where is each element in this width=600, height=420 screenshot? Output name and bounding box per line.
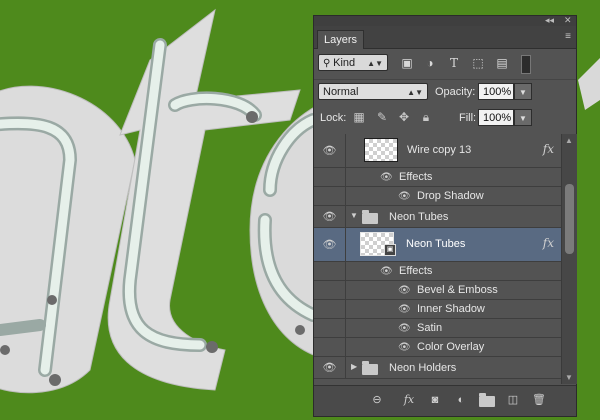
fill-input[interactable]: 100% [478,109,514,126]
layers-panel: ◂◂ ✕ Layers ≡ ⚲ Kind ▲▼ ▣ ◑ T ⬚ ▤ Normal… [313,15,577,417]
folder-icon [362,210,378,224]
new-adjustment-icon[interactable]: ◐ [452,392,470,408]
scroll-thumb[interactable] [565,184,574,254]
effect-row-drop-shadow[interactable]: 👁︎ Drop Shadow [314,187,561,206]
effects-row[interactable]: 👁︎ Effects [314,168,561,187]
lock-image-icon[interactable]: ✎ [374,110,390,124]
smart-object-badge-icon: ▣ [384,244,396,256]
chevron-down-icon[interactable]: ▼ [350,211,358,220]
new-group-icon[interactable] [478,392,496,408]
blank-eye-cell[interactable] [314,168,346,186]
fill-dropdown-arrow[interactable]: ▼ [514,109,532,126]
layer-name[interactable]: Wire copy 13 [407,144,471,156]
type-filter-icon[interactable]: T [446,55,462,71]
lock-all-icon[interactable]: 🔒︎ [418,110,434,125]
effect-name: Color Overlay [417,341,485,353]
filter-toggle[interactable] [521,55,531,74]
trash-icon[interactable]: 🗑︎ [530,392,548,408]
tab-layers[interactable]: Layers [317,30,365,49]
folder-icon [479,393,495,407]
effects-label: Effects [399,265,433,277]
blank-eye-cell[interactable] [314,262,346,280]
search-icon: ⚲ [323,58,334,69]
collapse-icon[interactable]: ◂◂ [545,14,554,26]
new-layer-icon[interactable]: ◫ [504,392,522,408]
chevron-updown-icon: ▲▼ [407,88,423,97]
opacity-label: Opacity: [435,86,476,98]
blank-eye-cell[interactable] [314,338,346,356]
group-name[interactable]: Neon Tubes [389,211,448,223]
eye-icon[interactable]: 👁︎ [398,285,411,296]
fx-icon[interactable]: fx [543,236,554,250]
shape-filter-icon[interactable]: ⬚ [470,55,486,71]
layer-name[interactable]: Neon Tubes [406,238,465,250]
opacity-dropdown-arrow[interactable]: ▼ [514,83,532,100]
effect-row-bevel-emboss[interactable]: 👁︎ Bevel & Emboss [314,281,561,300]
blend-row: Normal ▲▼ Opacity: 100% ▼ [314,79,576,104]
close-icon[interactable]: ✕ [564,14,572,26]
blank-eye-cell[interactable] [314,319,346,337]
group-name[interactable]: Neon Holders [389,362,456,374]
effect-name: Drop Shadow [417,190,484,202]
layer-list-scrollbar[interactable]: ▲ ▼ [561,134,577,384]
panel-menu-icon[interactable]: ≡ [565,31,571,42]
blank-eye-cell[interactable] [314,187,346,205]
effect-name: Inner Shadow [417,303,485,315]
smart-object-filter-icon[interactable]: ▤ [494,55,510,71]
blend-mode-value: Normal [323,86,359,98]
scroll-down-icon[interactable]: ▼ [565,373,573,382]
layer-row-neon-tubes[interactable]: 👁︎ ▣ Neon Tubes fx [314,228,561,262]
eye-icon[interactable]: 👁︎ [398,191,411,202]
panel-tab-row: Layers ≡ [314,26,576,49]
eye-icon[interactable]: 👁︎ [398,304,411,315]
blend-mode-dropdown[interactable]: Normal ▲▼ [318,83,428,100]
eye-icon[interactable]: 👁︎ [314,228,346,261]
lock-position-icon[interactable]: ✥ [396,110,412,124]
filter-row: ⚲ Kind ▲▼ ▣ ◑ T ⬚ ▤ [314,52,576,74]
image-filter-icon[interactable]: ▣ [399,55,415,71]
effect-row-color-overlay[interactable]: 👁︎ Color Overlay [314,338,561,357]
panel-titlebar: ◂◂ ✕ [314,14,576,26]
add-mask-icon[interactable]: ◙ [426,392,444,408]
layer-row-wire-copy-13[interactable]: 👁︎ Wire copy 13 fx [314,134,561,168]
scroll-up-icon[interactable]: ▲ [565,136,573,145]
blank-eye-cell[interactable] [314,300,346,318]
fx-icon[interactable]: fx [543,142,554,156]
lock-row: Lock: ▦ ✎ ✥ 🔒︎ Fill: 100% ▼ [314,105,576,131]
filter-kind-label: Kind [333,57,356,69]
adjustment-filter-icon[interactable]: ◑ [422,55,438,71]
layer-thumbnail [364,138,398,162]
group-row-neon-tubes[interactable]: 👁︎ ▼ Neon Tubes [314,206,561,228]
effect-row-satin[interactable]: 👁︎ Satin [314,319,561,338]
effect-row-inner-shadow[interactable]: 👁︎ Inner Shadow [314,300,561,319]
lock-label: Lock: [320,112,347,124]
blank-eye-cell[interactable] [314,281,346,299]
eye-icon[interactable]: 👁︎ [314,206,346,227]
effects-row[interactable]: 👁︎ Effects [314,262,561,281]
link-layers-icon[interactable]: ⊖ [368,392,386,408]
opacity-input[interactable]: 100% [478,83,514,100]
fill-label: Fill: [459,112,477,124]
effect-name: Satin [417,322,443,334]
filter-kind-dropdown[interactable]: ⚲ Kind ▲▼ [318,54,388,71]
eye-icon[interactable]: 👁︎ [314,357,346,378]
effect-name: Bevel & Emboss [417,284,498,296]
effects-label: Effects [399,171,433,183]
eye-icon[interactable]: 👁︎ [314,134,346,167]
eye-icon[interactable]: 👁︎ [398,323,411,334]
eye-icon[interactable]: 👁︎ [398,342,411,353]
add-style-icon[interactable]: fx [400,392,418,408]
eye-icon[interactable]: 👁︎ [380,266,393,277]
chevron-updown-icon: ▲▼ [367,59,383,68]
layer-list: 👁︎ Wire copy 13 fx 👁︎ Effects 👁︎ Drop Sh… [314,134,561,384]
panel-footer: ⊖ fx ◙ ◐ ◫ 🗑︎ [314,385,576,416]
eye-icon[interactable]: 👁︎ [380,172,393,183]
group-row-neon-holders[interactable]: 👁︎ ▶ Neon Holders [314,357,561,379]
folder-icon [362,361,378,375]
chevron-right-icon[interactable]: ▶ [351,362,357,371]
lock-transparent-icon[interactable]: ▦ [351,110,367,124]
letter-plate-partial [578,58,600,110]
